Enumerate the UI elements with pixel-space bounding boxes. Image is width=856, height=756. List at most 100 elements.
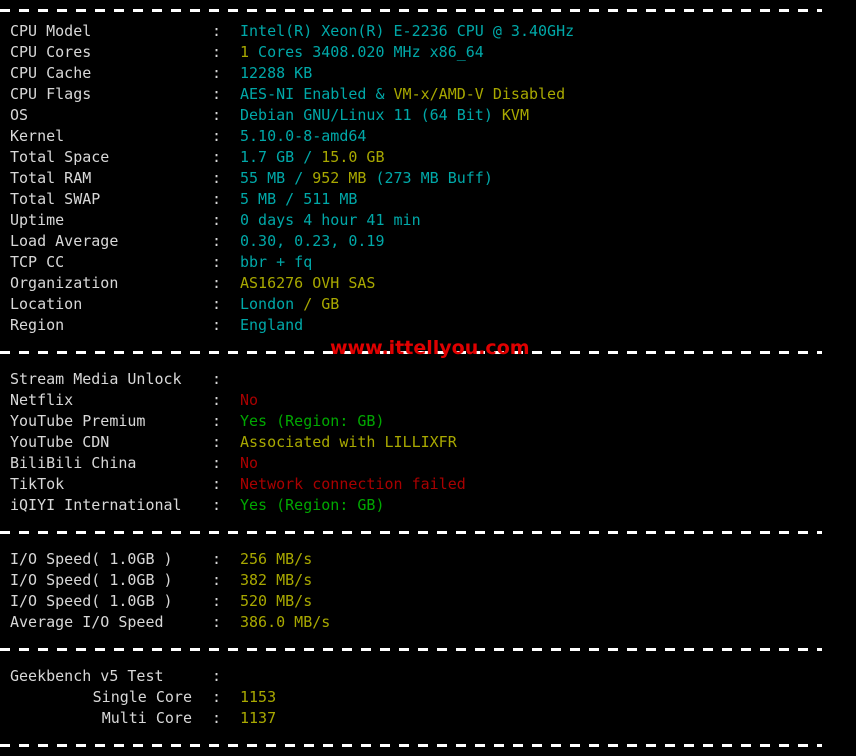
- row-value: Intel(R) Xeon(R) E-2236 CPU @ 3.40GHz: [240, 22, 574, 40]
- row-label: Total RAM: [10, 169, 92, 187]
- value-part: 386.0 MB/s: [240, 613, 331, 631]
- row-label: OS: [10, 106, 29, 124]
- row-label: Multi Core: [101, 709, 192, 727]
- info-row: Multi Core:1137: [0, 708, 856, 729]
- separator-top: [0, 0, 856, 21]
- row-colon: :: [212, 22, 222, 40]
- row-label: Stream Media Unlock: [10, 370, 182, 388]
- value-part: 382 MB/s: [240, 571, 313, 589]
- value-part: KVM: [501, 106, 529, 124]
- value-part: England: [240, 316, 304, 334]
- value-part: Cores: [249, 43, 313, 61]
- row-value: England: [240, 316, 303, 334]
- info-row: BiliBili China: No: [0, 453, 856, 474]
- info-row: CPU Model: Intel(R) Xeon(R) E-2236 CPU @ …: [0, 21, 856, 42]
- row-label: Average I/O Speed: [10, 613, 164, 631]
- separator-bottom: [0, 735, 856, 756]
- row-value: 520 MB/s: [240, 592, 312, 610]
- value-part: London: [240, 295, 304, 313]
- row-colon: :: [212, 370, 222, 388]
- value-part: Yes (Region: GB): [240, 496, 385, 514]
- value-part: Network connection failed: [240, 475, 466, 493]
- row-colon: :: [212, 85, 222, 103]
- row-colon: :: [212, 316, 222, 334]
- value-part: 952 MB: [312, 169, 367, 187]
- value-part: &: [366, 85, 394, 103]
- site-watermark: www.ittellyou.com: [330, 337, 530, 359]
- value-part: x86_64: [429, 43, 484, 61]
- row-label: CPU Cache: [10, 64, 92, 82]
- row-label: Kernel: [10, 127, 65, 145]
- row-colon: :: [212, 190, 222, 208]
- info-row: CPU Flags: AES-NI Enabled & VM-x/AMD-V Di…: [0, 84, 856, 105]
- row-colon: :: [212, 454, 222, 472]
- section-geekbench: Geekbench v5 Test: Single Core:1153 Multi …: [0, 666, 856, 729]
- terminal-window: CPU Model: Intel(R) Xeon(R) E-2236 CPU @ …: [0, 0, 856, 747]
- value-part: AES-NI Enabled: [240, 85, 367, 103]
- info-row: Stream Media Unlock:: [0, 369, 856, 390]
- row-value: 1137: [240, 709, 276, 727]
- info-row: Uptime:0 days 4 hour 41 min: [0, 210, 856, 231]
- value-part: 12288 KB: [240, 64, 313, 82]
- row-label: I/O Speed( 1.0GB ): [10, 550, 173, 568]
- row-value: 0.30, 0.23, 0.19: [240, 232, 385, 250]
- row-label: CPU Model: [10, 22, 92, 40]
- row-value: 382 MB/s: [240, 571, 312, 589]
- row-label: YouTube Premium: [10, 412, 146, 430]
- row-label: Organization: [10, 274, 119, 292]
- info-row: TikTok: Network connection failed: [0, 474, 856, 495]
- info-row: Location: London / GB: [0, 294, 856, 315]
- row-colon: :: [212, 64, 222, 82]
- row-value: Associated with LILLIXFR: [240, 433, 457, 451]
- section-system-info: CPU Model: Intel(R) Xeon(R) E-2236 CPU @ …: [0, 21, 856, 336]
- row-colon: :: [212, 43, 222, 61]
- row-colon: :: [212, 688, 222, 706]
- info-row: Single Core:1153: [0, 687, 856, 708]
- value-part: 1153: [240, 688, 277, 706]
- row-label: I/O Speed( 1.0GB ): [10, 571, 173, 589]
- info-row: YouTube CDN: Associated with LILLIXFR: [0, 432, 856, 453]
- info-row: I/O Speed( 1.0GB ):382 MB/s: [0, 570, 856, 591]
- row-value: 0 days 4 hour 41 min: [240, 211, 421, 229]
- info-row: Total Space:1.7 GB / 15.0 GB: [0, 147, 856, 168]
- value-part: 1137: [240, 709, 277, 727]
- info-row: TCP CC: bbr + fq: [0, 252, 856, 273]
- row-colon: :: [212, 550, 222, 568]
- row-label: Load Average: [10, 232, 119, 250]
- row-label: Total Space: [10, 148, 110, 166]
- info-row: CPU Cores:1 Cores 3408.020 MHz x86_64: [0, 42, 856, 63]
- dashed-rule: [0, 648, 822, 651]
- separator-2: [0, 639, 856, 660]
- row-value: No: [240, 454, 258, 472]
- separator-1: [0, 522, 856, 543]
- value-part: MHz: [384, 43, 430, 61]
- row-value: Yes (Region: GB): [240, 412, 385, 430]
- row-value: 12288 KB: [240, 64, 312, 82]
- row-value: Network connection failed: [240, 475, 466, 493]
- info-row: Total SWAP:5 MB / 511 MB: [0, 189, 856, 210]
- row-colon: :: [212, 391, 222, 409]
- info-row: Region: England: [0, 315, 856, 336]
- row-label: Geekbench v5 Test: [10, 667, 164, 685]
- value-part: 3408.020: [312, 43, 385, 61]
- row-value: 256 MB/s: [240, 550, 312, 568]
- row-colon: :: [212, 571, 222, 589]
- value-part: VM-x/AMD-V Disabled: [393, 85, 566, 103]
- row-value: 55 MB / 952 MB (273 MB Buff): [240, 169, 493, 187]
- info-row: I/O Speed( 1.0GB ):520 MB/s: [0, 591, 856, 612]
- value-part: 1.7 GB: [240, 148, 304, 166]
- row-colon: :: [212, 253, 222, 271]
- row-label: YouTube CDN: [10, 433, 110, 451]
- row-value: No: [240, 391, 258, 409]
- value-part: /: [303, 148, 322, 166]
- value-part: 256 MB/s: [240, 550, 313, 568]
- row-value: bbr + fq: [240, 253, 312, 271]
- row-value: AS16276 OVH SAS: [240, 274, 375, 292]
- row-label: iQIYI International: [10, 496, 182, 514]
- row-colon: :: [212, 613, 222, 631]
- row-colon: :: [212, 475, 222, 493]
- value-part: /: [294, 169, 313, 187]
- row-value: Debian GNU/Linux 11 (64 Bit) KVM: [240, 106, 529, 124]
- row-label: Uptime: [10, 211, 65, 229]
- info-row: YouTube Premium: Yes (Region: GB): [0, 411, 856, 432]
